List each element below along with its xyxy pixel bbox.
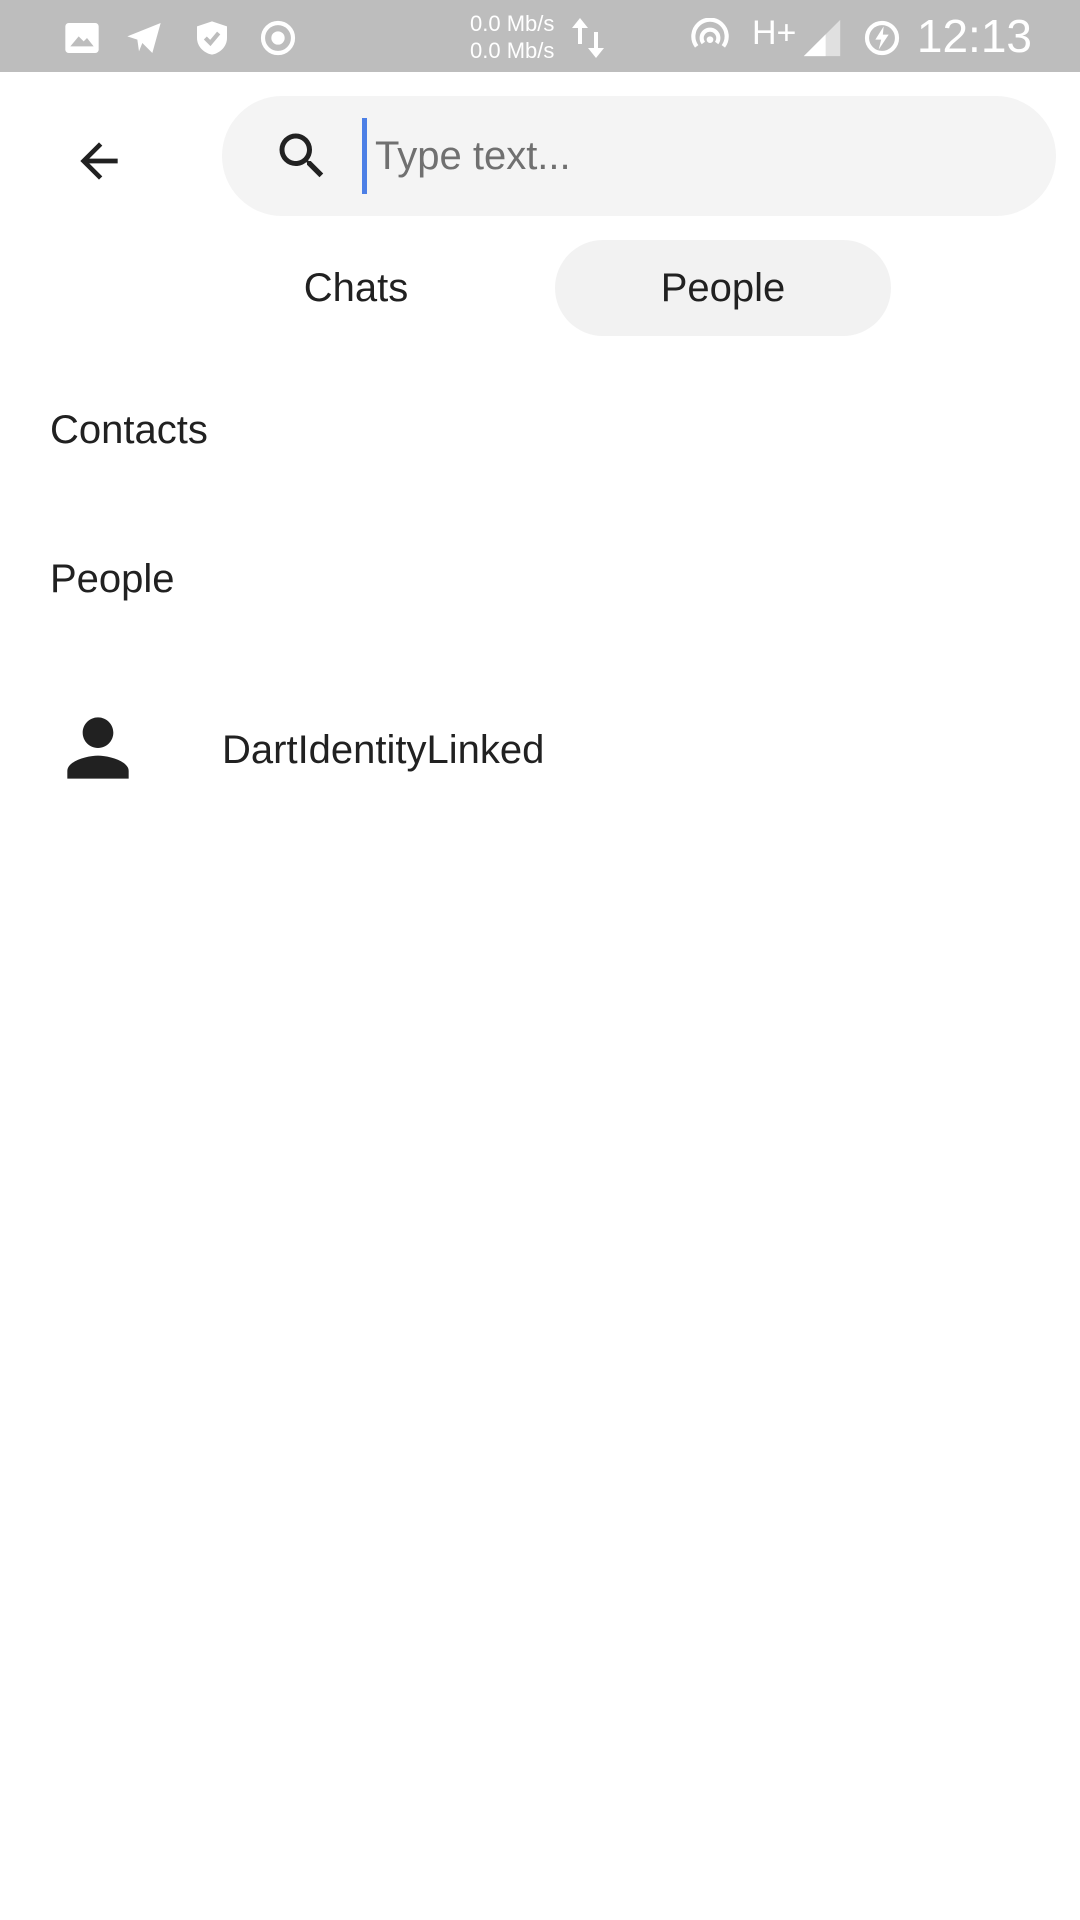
status-bar: 0.0 Mb/s 0.0 Mb/s H+ 12:13 [0, 0, 1080, 72]
tab-label: Chats [303, 265, 409, 310]
transfer-arrows-icon [572, 18, 604, 58]
search-bar[interactable] [222, 96, 1056, 216]
hotspot-icon [691, 18, 729, 48]
tab-people[interactable]: People [555, 240, 891, 336]
person-name: DartIdentityLinked [222, 728, 545, 772]
telegram-icon [127, 23, 161, 53]
list-item[interactable]: DartIdentityLinked [0, 690, 1080, 820]
image-icon [65, 23, 99, 53]
person-icon [67, 717, 129, 779]
contacts-heading: Contacts [50, 408, 208, 452]
upload-speed: 0.0 Mb/s [470, 11, 555, 36]
people-heading: People [50, 557, 175, 601]
network-speed: 0.0 Mb/s 0.0 Mb/s [470, 10, 554, 64]
back-button[interactable] [54, 116, 144, 206]
search-icon [279, 133, 324, 178]
tab-label: People [660, 265, 786, 310]
search-input[interactable] [362, 118, 1035, 194]
network-type: H+ [752, 14, 797, 52]
download-speed: 0.0 Mb/s [470, 38, 555, 63]
record-icon [260, 20, 296, 56]
shield-icon [197, 21, 227, 55]
signal-icon [803, 19, 841, 57]
clock: 12:13 [916, 10, 1032, 62]
tab-chats[interactable]: Chats [218, 240, 494, 336]
arrow-left-icon [80, 142, 118, 180]
battery-charging-icon [864, 20, 900, 56]
